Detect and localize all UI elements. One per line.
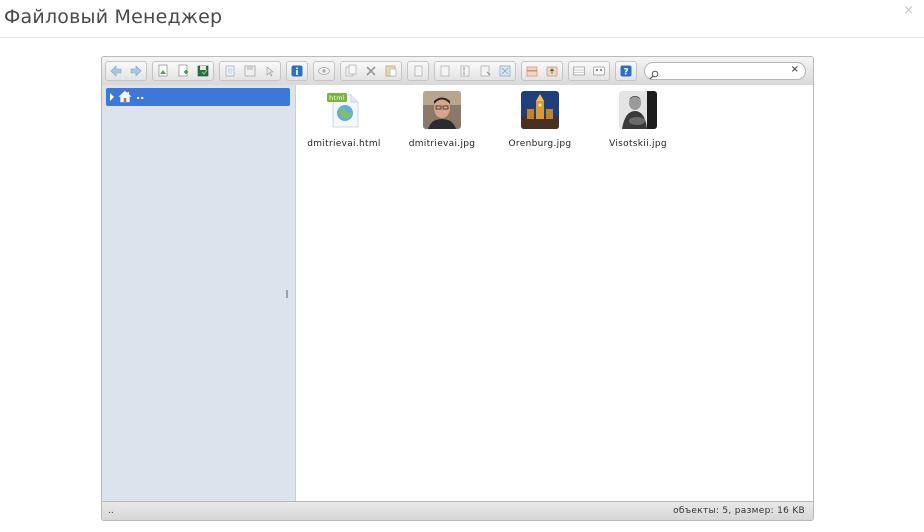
copy-icon[interactable]: [341, 62, 361, 80]
tools-group: [434, 61, 516, 81]
dialog-title: Файловый Менеджер: [4, 6, 223, 28]
sidebar-resize-handle[interactable]: [286, 290, 288, 298]
dialog-header: Файловый Менеджер ×: [0, 0, 924, 38]
archive-icon[interactable]: [522, 62, 542, 80]
expand-arrow-icon[interactable]: [110, 93, 114, 101]
file-manager: ? × .. html dmitrievai.html dmitrievai.j…: [101, 56, 814, 521]
file-name: dmitrievai.html: [307, 139, 381, 149]
view-group: [313, 61, 335, 81]
list-view-icon[interactable]: [589, 62, 609, 80]
bw-photo-thumbnail: [619, 91, 657, 129]
views-group: [568, 61, 610, 81]
open-icon[interactable]: [220, 62, 240, 80]
status-path: ..: [108, 506, 114, 516]
html-badge: html: [329, 94, 345, 102]
reload-icon[interactable]: [153, 62, 173, 80]
search-box: ×: [644, 62, 806, 80]
help-group: ?: [615, 61, 637, 81]
info-group: [286, 61, 308, 81]
icons-view-icon[interactable]: [569, 62, 589, 80]
file-item[interactable]: Visotskii.jpg: [590, 91, 686, 151]
nav-group: [105, 61, 147, 81]
search-input[interactable]: [661, 64, 791, 78]
help-icon[interactable]: ?: [616, 62, 636, 80]
forward-icon[interactable]: [126, 62, 146, 80]
save-icon[interactable]: [193, 62, 213, 80]
svg-text:?: ?: [623, 68, 628, 78]
toolbar: ? ×: [102, 57, 813, 86]
tree-item-label: ..: [136, 89, 145, 102]
clipboard-group: [340, 61, 402, 81]
resize-icon[interactable]: [495, 62, 515, 80]
home-icon: [118, 90, 132, 106]
duplicate-icon[interactable]: [408, 62, 428, 80]
close-icon[interactable]: ×: [903, 3, 914, 18]
file-item[interactable]: Orenburg.jpg: [492, 91, 588, 151]
file-item[interactable]: html dmitrievai.html: [296, 91, 392, 151]
tree-item-root[interactable]: ..: [106, 88, 290, 106]
clear-search-icon[interactable]: ×: [791, 64, 799, 75]
unarchive-icon[interactable]: [542, 62, 562, 80]
file-name: Orenburg.jpg: [508, 139, 572, 149]
city-night-thumbnail: [521, 91, 559, 129]
file-group: [152, 61, 214, 81]
archive-group: [521, 61, 563, 81]
new-file-icon[interactable]: [173, 62, 193, 80]
cut-icon[interactable]: [361, 62, 381, 80]
edit-icon[interactable]: [455, 62, 475, 80]
file-name: dmitrievai.jpg: [408, 139, 476, 149]
info-icon[interactable]: [287, 62, 307, 80]
portrait-thumbnail: [423, 91, 461, 129]
folder-tree: ..: [102, 85, 296, 501]
file-item[interactable]: dmitrievai.jpg: [394, 91, 490, 151]
floppy-icon[interactable]: [240, 62, 260, 80]
back-icon[interactable]: [106, 62, 126, 80]
extract-icon[interactable]: [475, 62, 495, 80]
rename-icon[interactable]: [435, 62, 455, 80]
file-name: Visotskii.jpg: [609, 139, 667, 149]
status-info: объекты: 5, размер: 16 KB: [673, 506, 805, 516]
paste-icon[interactable]: [381, 62, 401, 80]
search-icon: [649, 65, 659, 84]
file-list: html dmitrievai.html dmitrievai.jpg Oren…: [296, 85, 813, 501]
status-bar: .. объекты: 5, размер: 16 KB: [102, 501, 813, 520]
duplicate-group: [407, 61, 429, 81]
view-icon[interactable]: [314, 62, 334, 80]
pointer-icon[interactable]: [260, 62, 280, 80]
edit-group: [219, 61, 281, 81]
html-file-icon: html: [325, 91, 363, 129]
